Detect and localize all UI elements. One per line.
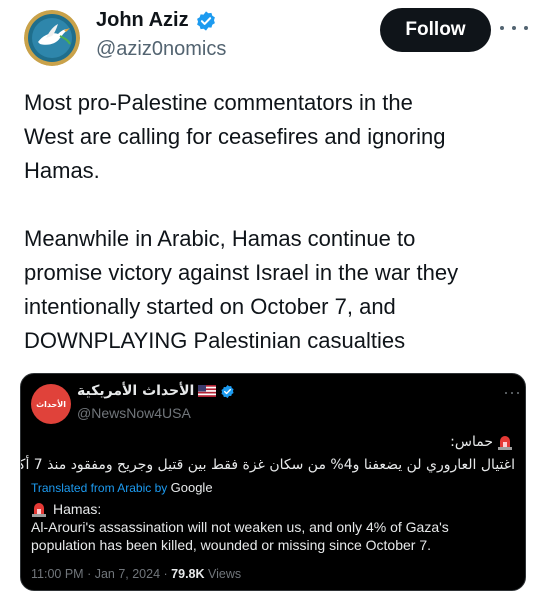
rotating-light-icon — [32, 503, 46, 517]
quoted-english-heading-text: Hamas: — [53, 501, 102, 517]
dove-avatar-icon — [24, 10, 80, 66]
author-display-name[interactable]: John Aziz — [96, 9, 189, 32]
more-dot — [505, 392, 507, 394]
tweet-text: Most pro-Palestine commentators in the W… — [24, 90, 459, 353]
follow-button[interactable]: Follow — [380, 8, 491, 52]
quoted-arabic-heading-text: حماس: — [450, 434, 493, 450]
more-dot — [500, 26, 504, 30]
more-dot — [517, 392, 519, 394]
quoted-english-heading: Hamas: — [31, 501, 101, 517]
translator-name: Google — [170, 480, 213, 495]
quoted-tweet-views-count: 79.8K — [171, 567, 205, 581]
quoted-author-handle[interactable]: @NewsNow4USA — [77, 405, 191, 421]
quoted-avatar-logo-text: الأحداث — [36, 399, 66, 409]
quoted-arabic-text: اغتيال العاروري لن يضعفنا و4% من سكان غز… — [21, 457, 515, 473]
quoted-author-avatar[interactable]: الأحداث — [31, 384, 71, 424]
author-name-row: John Aziz — [96, 9, 217, 32]
quoted-tweet-time[interactable]: 11:00 PM — [31, 567, 84, 581]
quoted-tweet-meta: 11:00 PM · Jan 7, 2024 · 79.8K Views — [31, 567, 241, 581]
more-dot — [512, 26, 516, 30]
quoted-tweet-card[interactable]: الأحداث الأحداث الأمريكية @NewsNow4USA ح… — [20, 373, 526, 591]
more-dot — [524, 26, 528, 30]
author-avatar[interactable] — [24, 10, 80, 66]
quoted-verified-badge-icon — [221, 384, 234, 398]
quoted-author-display-name[interactable]: الأحداث الأمريكية — [77, 383, 194, 399]
meta-separator: · — [87, 567, 95, 581]
translation-attribution: Translated from Arabic by Google — [31, 480, 213, 495]
quoted-more-icon[interactable] — [505, 392, 519, 394]
translated-from-link[interactable]: Translated from Arabic by — [31, 481, 167, 495]
rotating-light-icon — [498, 436, 512, 450]
quoted-author-name-row: الأحداث الأمريكية — [77, 383, 235, 399]
author-handle[interactable]: @aziz0nomics — [96, 38, 226, 61]
verified-badge-icon — [196, 10, 215, 31]
more-dot — [511, 392, 513, 394]
quoted-arabic-heading: حماس: — [450, 434, 513, 450]
quoted-english-text: Al-Arouri's assassination will not weake… — [31, 519, 449, 553]
tweet-header: John Aziz @aziz0nomics Follow — [0, 0, 551, 80]
quoted-tweet-date[interactable]: Jan 7, 2024 — [95, 567, 160, 581]
quoted-tweet-views-label: Views — [208, 567, 242, 581]
more-horizontal-icon[interactable] — [500, 18, 528, 38]
us-flag-icon — [198, 385, 217, 397]
